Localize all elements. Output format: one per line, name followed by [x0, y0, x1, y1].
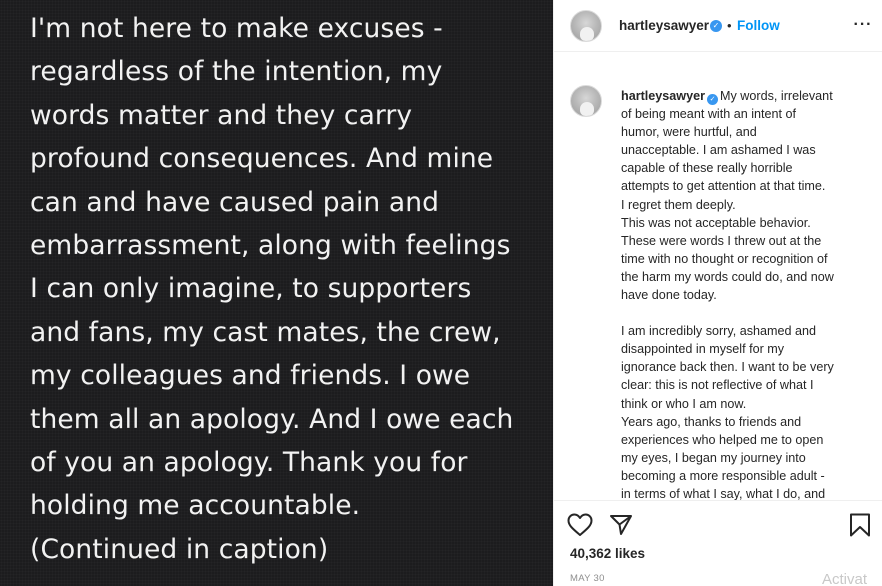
- image-text-line: can and have caused pain and: [30, 186, 440, 218]
- avatar[interactable]: [570, 10, 602, 42]
- image-text-line: profound consequences. And mine: [30, 143, 494, 175]
- caption-line: experiences who helped me to open: [621, 432, 824, 447]
- image-text-line: holding me accountable.: [30, 490, 361, 522]
- image-text-line: (Continued in caption): [30, 533, 329, 565]
- caption-line: disappointed in myself for my: [621, 342, 785, 357]
- image-text-line: my colleagues and friends. I owe: [30, 360, 471, 392]
- caption-avatar[interactable]: [570, 85, 602, 117]
- caption-first-line: My words, irrelevant: [720, 89, 833, 103]
- caption-line: humor, were hurtful, and: [621, 125, 757, 140]
- like-count[interactable]: 40,362 likes: [570, 546, 645, 561]
- caption-line: capable of these really horrible: [621, 161, 793, 176]
- caption-line: I am incredibly sorry, ashamed and: [621, 324, 817, 339]
- caption-username[interactable]: hartleysawyer: [621, 89, 705, 103]
- image-text-line: embarrassment, along with feelings: [30, 230, 511, 262]
- image-text-line: I can only imagine, to supporters: [30, 273, 472, 305]
- caption-line: in terms of what I say, what I do, and: [621, 486, 826, 500]
- post-side-panel: hartleysawyer ✓ • Follow ··· hartleysawy…: [553, 0, 882, 586]
- post-header: hartleysawyer ✓ • Follow ···: [554, 0, 882, 52]
- separator-dot: •: [727, 18, 732, 33]
- caption-line: clear: this is not reflective of what I: [621, 378, 814, 393]
- image-text-line: and fans, my cast mates, the crew,: [30, 316, 501, 348]
- image-text-line: them all an apology. And I owe each: [30, 403, 514, 435]
- follow-button[interactable]: Follow: [737, 18, 780, 33]
- verified-badge-icon: ✓: [707, 94, 719, 105]
- caption-line: I regret them deeply.: [621, 197, 736, 212]
- verified-badge-icon: ✓: [710, 20, 722, 32]
- bookmark-icon[interactable]: [849, 513, 871, 537]
- share-icon[interactable]: [609, 513, 633, 537]
- caption-line: the harm my words could do, and now: [621, 269, 834, 284]
- caption-line: becoming a more responsible adult -: [621, 468, 825, 483]
- caption-line: Years ago, thanks to friends and: [621, 414, 802, 429]
- post-date[interactable]: MAY 30: [570, 573, 605, 584]
- caption-line: of being meant with an intent of: [621, 107, 797, 122]
- image-text-line: regardless of the intention, my: [30, 56, 443, 88]
- caption-line: time with no thought or recognition of: [621, 251, 828, 266]
- post-image[interactable]: I'm not here to make excuses - regardles…: [0, 0, 553, 586]
- caption-line: attempts to get attention at that time.: [621, 179, 826, 194]
- caption-line: my eyes, I began my journey into: [621, 450, 806, 465]
- post-image-text: I'm not here to make excuses - regardles…: [30, 7, 540, 571]
- header-username[interactable]: hartleysawyer: [619, 18, 709, 33]
- caption-scroll-area[interactable]: hartleysawyer ✓ My words, irrelevant of be…: [554, 53, 882, 500]
- caption-line: unacceptable. I am ashamed I was: [621, 143, 816, 158]
- image-text-line: words matter and they carry: [30, 99, 413, 131]
- caption-line: think or who I am now.: [621, 396, 747, 411]
- caption-text: hartleysawyer ✓ My words, irrelevant of be…: [621, 87, 876, 500]
- caption-line: ignorance back then. I want to be very: [621, 360, 834, 375]
- caption-line: These were words I threw out at the: [621, 233, 822, 248]
- heart-icon[interactable]: [567, 513, 593, 537]
- caption-line: have done today.: [621, 288, 717, 303]
- ellipsis-icon[interactable]: ···: [852, 14, 874, 36]
- activation-watermark: Activat: [822, 571, 868, 586]
- image-text-line: of you an apology. Thank you for: [30, 447, 468, 479]
- image-text-line: I'm not here to make excuses -: [30, 13, 443, 44]
- post-actions: 40,362 likes MAY 30 Activat: [554, 500, 882, 586]
- caption-line: This was not acceptable behavior.: [621, 215, 811, 230]
